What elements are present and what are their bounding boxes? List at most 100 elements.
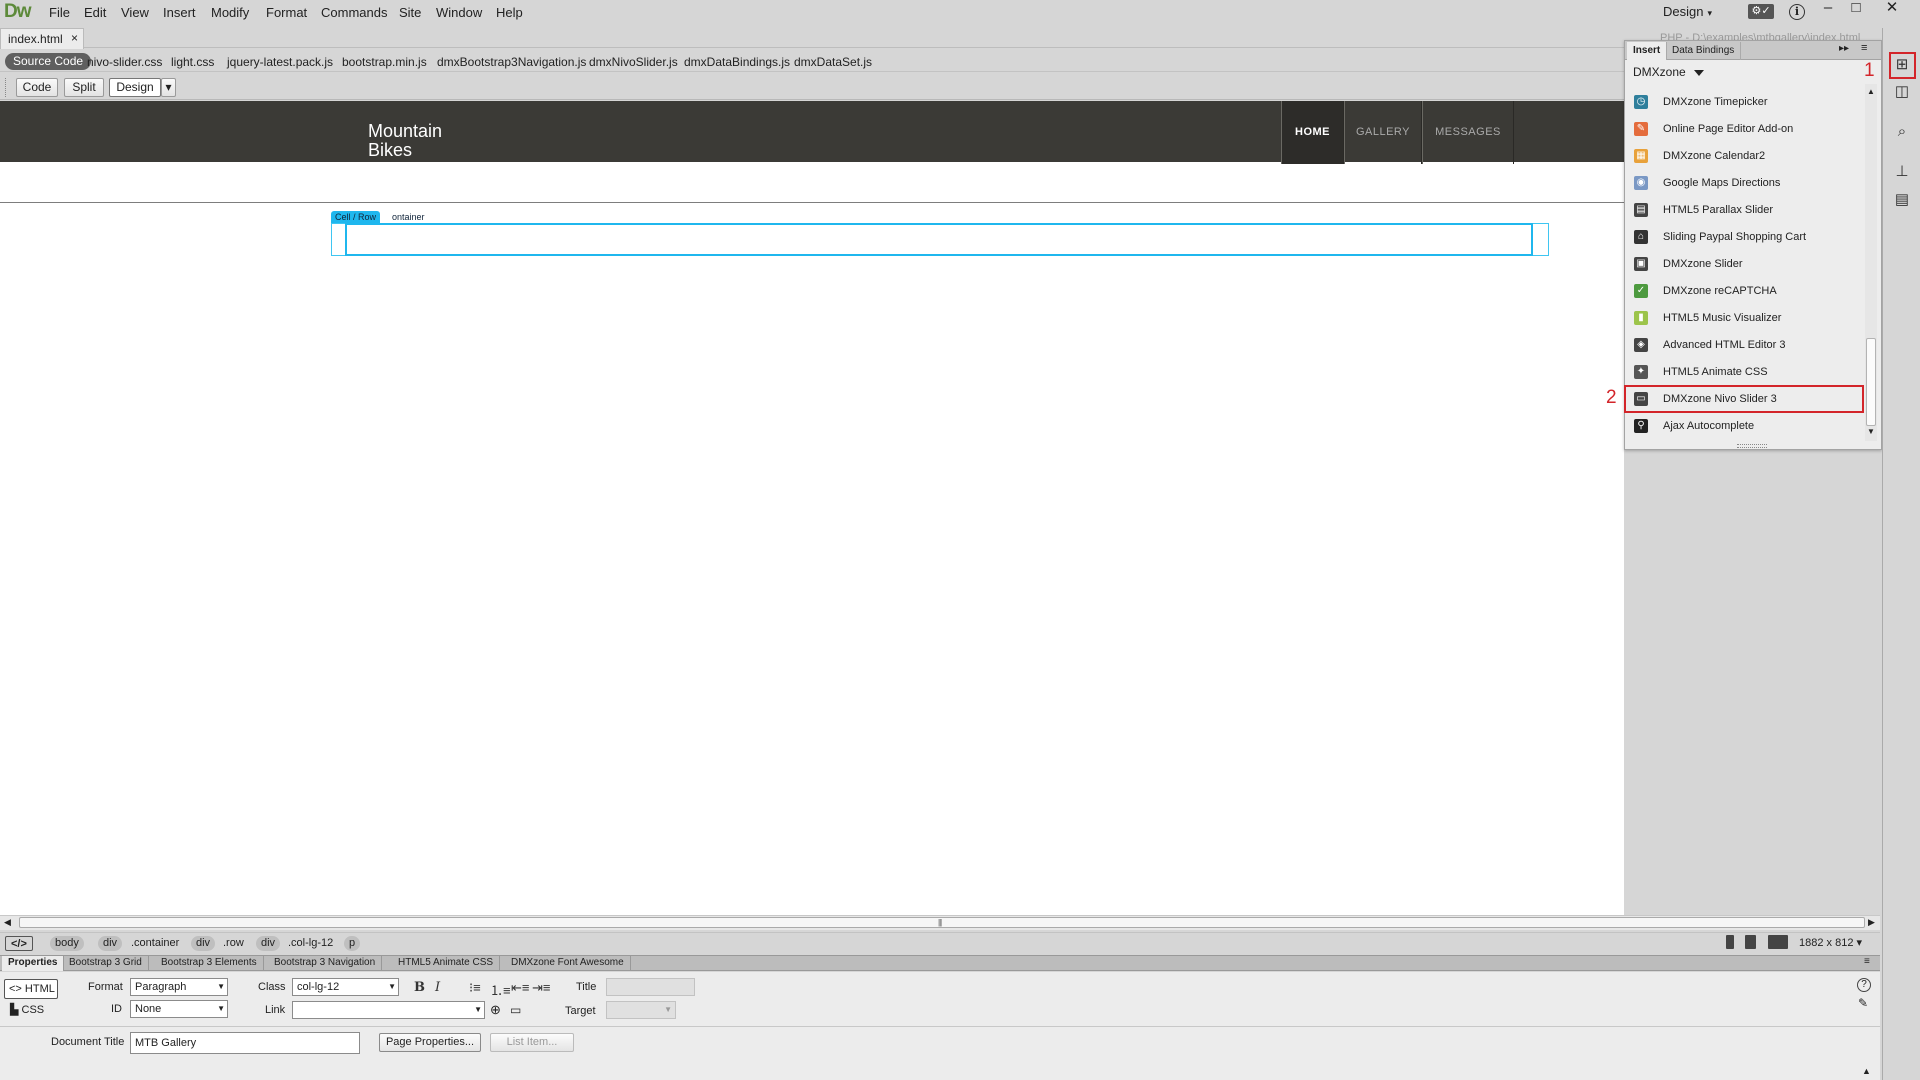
folder-icon[interactable]: ▭ — [510, 1003, 521, 1017]
menu-file[interactable]: File — [49, 5, 70, 20]
split-view-button[interactable]: Split — [64, 78, 104, 97]
panel-menu-icon[interactable]: ≡ — [1861, 42, 1867, 54]
hscroll-thumb[interactable] — [19, 917, 1865, 928]
format-select[interactable]: Paragraph ▼ — [130, 978, 228, 996]
insert-item-animate[interactable]: ✦ HTML5 Animate CSS — [1627, 361, 1863, 383]
unordered-list-icon[interactable]: ⁝≡ — [469, 980, 481, 996]
menu-edit[interactable]: Edit — [84, 5, 106, 20]
bold-button[interactable]: B — [414, 980, 425, 995]
tag-p[interactable]: p — [344, 936, 361, 951]
class-select[interactable]: col-lg-12 ▼ — [292, 978, 399, 996]
italic-button[interactable]: I — [435, 980, 440, 995]
panel-resize-grip[interactable] — [1737, 444, 1767, 448]
related-file[interactable]: bootstrap.min.js — [342, 55, 427, 69]
insert-item-autocomplete[interactable]: ⚲ Ajax Autocomplete — [1627, 415, 1863, 437]
view-dropdown-button[interactable]: ▾ — [161, 78, 176, 97]
insert-item-html-editor[interactable]: ◈ Advanced HTML Editor 3 — [1627, 334, 1863, 356]
panel-menu-icon[interactable]: ≡ — [1864, 956, 1870, 967]
tag-class-container[interactable]: .container — [131, 936, 179, 950]
site-navbar[interactable]: Mountain Bikes HOME GALLERY MESSAGES — [0, 101, 1624, 164]
info-icon[interactable]: i — [1789, 4, 1805, 20]
nav-link-home[interactable]: HOME — [1281, 101, 1344, 164]
element-tag-label[interactable]: Cell / Row — [331, 211, 381, 223]
design-view-button[interactable]: Design — [109, 78, 161, 97]
help-icon[interactable]: ? — [1857, 978, 1871, 992]
document-title-input[interactable]: MTB Gallery — [130, 1032, 360, 1054]
nav-link-gallery[interactable]: GALLERY — [1344, 101, 1422, 164]
container-tag-label[interactable]: ontainer — [392, 212, 425, 222]
related-file[interactable]: jquery-latest.pack.js — [227, 55, 333, 69]
related-file[interactable]: dmxDataBindings.js — [684, 55, 790, 69]
assets-icon[interactable]: ▤ — [1891, 190, 1913, 210]
menu-insert[interactable]: Insert — [163, 5, 196, 20]
quick-tag-editor-icon[interactable]: ✎ — [1858, 996, 1868, 1010]
insert-item-page-editor[interactable]: ✎ Online Page Editor Add-on — [1627, 118, 1863, 140]
sitemap-icon[interactable]: ⊥ — [1891, 162, 1913, 182]
workspace-switcher[interactable]: Design ▾ — [1663, 4, 1712, 19]
target-select[interactable]: ▼ — [606, 1001, 676, 1019]
insert-item-music[interactable]: ▮ HTML5 Music Visualizer — [1627, 307, 1863, 329]
source-code-button[interactable]: Source Code — [5, 53, 92, 70]
related-file[interactable]: nivo-slider.css — [87, 55, 162, 69]
scroll-left-icon[interactable]: ◀ — [4, 917, 11, 928]
menu-commands[interactable]: Commands — [321, 5, 387, 20]
point-to-file-icon[interactable]: ⊕ — [490, 1002, 501, 1018]
list-item-button[interactable]: List Item... — [490, 1033, 574, 1052]
page-properties-button[interactable]: Page Properties... — [379, 1033, 481, 1052]
related-file[interactable]: light.css — [171, 55, 214, 69]
design-canvas[interactable]: Mountain Bikes HOME GALLERY MESSAGES Cel… — [0, 101, 1624, 915]
scroll-right-icon[interactable]: ▶ — [1868, 917, 1875, 928]
code-inspector-icon[interactable]: ⌕ — [1891, 122, 1913, 142]
tag-body[interactable]: body — [50, 936, 84, 951]
close-window-button[interactable]: ✕ — [1879, 0, 1905, 18]
title-input[interactable] — [606, 978, 695, 996]
menu-format[interactable]: Format — [266, 5, 307, 20]
code-navigator-button[interactable]: </> — [5, 936, 33, 951]
tag-div[interactable]: div — [256, 936, 281, 951]
mobile-size-icon[interactable] — [1726, 935, 1734, 949]
scroll-up-icon[interactable]: ▲ — [1867, 87, 1875, 96]
tablet-size-icon[interactable] — [1745, 935, 1756, 949]
collapse-panel-icon[interactable]: ▲ — [1862, 1066, 1871, 1076]
close-tab-icon[interactable]: × — [71, 31, 78, 45]
insert-item-timepicker[interactable]: ◷ DMXzone Timepicker — [1627, 91, 1863, 113]
menu-window[interactable]: Window — [436, 5, 482, 20]
tag-div[interactable]: div — [191, 936, 216, 951]
tab-bootstrap-navigation[interactable]: Bootstrap 3 Navigation — [268, 956, 383, 971]
tab-font-awesome[interactable]: DMXzone Font Awesome — [505, 956, 631, 971]
menu-site[interactable]: Site — [399, 5, 421, 20]
html-mode-button[interactable]: <> HTML — [4, 979, 58, 999]
insert-item-cart[interactable]: ⌂ Sliding Paypal Shopping Cart — [1627, 226, 1863, 248]
maximize-button[interactable]: □ — [1843, 0, 1869, 18]
insert-item-parallax[interactable]: ▤ HTML5 Parallax Slider — [1627, 199, 1863, 221]
insert-item-calendar[interactable]: ▦ DMXzone Calendar2 — [1627, 145, 1863, 167]
window-size-selector[interactable]: 1882 x 812 ▾ — [1799, 936, 1862, 949]
category-selector[interactable]: DMXzone — [1633, 65, 1704, 79]
tab-insert[interactable]: Insert — [1627, 42, 1668, 60]
ordered-list-icon[interactable]: ⒈≡ — [490, 980, 511, 999]
scroll-down-icon[interactable]: ▼ — [1867, 427, 1875, 436]
tab-bootstrap-elements[interactable]: Bootstrap 3 Elements — [155, 956, 264, 971]
database-icon[interactable]: ◫ — [1891, 82, 1913, 102]
code-view-button[interactable]: Code — [16, 78, 58, 97]
tag-class-row[interactable]: .row — [223, 936, 244, 950]
sync-settings-icon[interactable]: ⚙✓ — [1748, 4, 1774, 19]
scroll-thumb[interactable] — [1866, 338, 1876, 426]
site-brand[interactable]: Mountain Bikes — [368, 122, 468, 160]
insert-item-slider[interactable]: ▣ DMXzone Slider — [1627, 253, 1863, 275]
collapse-panel-icon[interactable]: ▸▸ — [1839, 43, 1849, 54]
outdent-icon[interactable]: ⇤≡ — [511, 980, 529, 996]
minimize-button[interactable]: – — [1815, 0, 1841, 18]
related-file[interactable]: dmxDataSet.js — [794, 55, 872, 69]
tab-data-bindings[interactable]: Data Bindings — [1666, 42, 1742, 60]
menu-modify[interactable]: Modify — [211, 5, 249, 20]
insert-item-recaptcha[interactable]: ✓ DMXzone reCAPTCHA — [1627, 280, 1863, 302]
tab-animate-css[interactable]: HTML5 Animate CSS — [392, 956, 501, 971]
menu-view[interactable]: View — [121, 5, 149, 20]
row-cell-outline[interactable] — [345, 223, 1533, 256]
related-file[interactable]: dmxBootstrap3Navigation.js — [437, 55, 586, 69]
toolbar-grip[interactable] — [5, 78, 7, 97]
link-input[interactable]: ▼ — [292, 1001, 485, 1019]
related-file[interactable]: dmxNivoSlider.js — [589, 55, 678, 69]
tag-div[interactable]: div — [98, 936, 123, 951]
